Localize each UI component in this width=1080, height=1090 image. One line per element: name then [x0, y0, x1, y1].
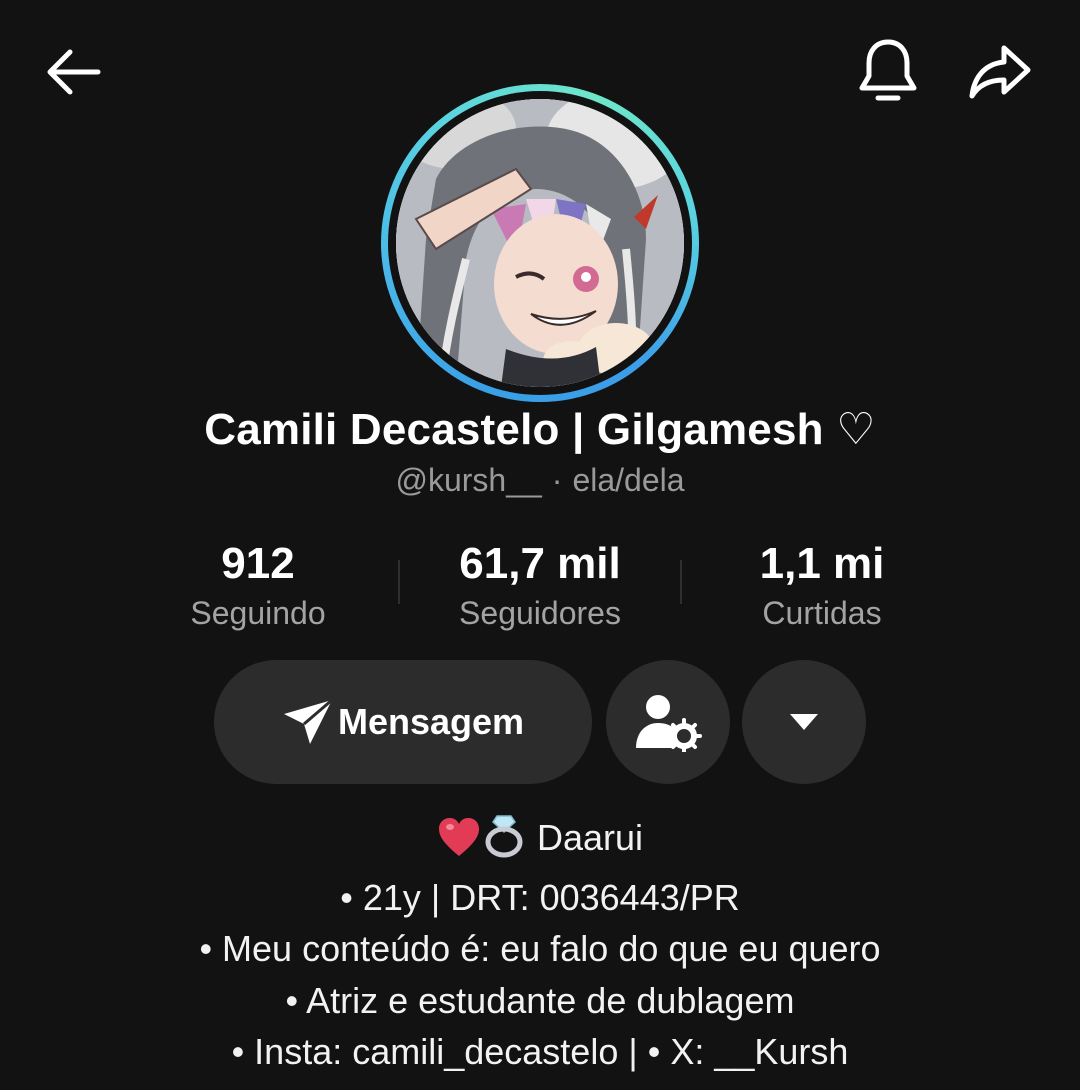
avatar-gap [388, 91, 692, 395]
stat-following[interactable]: 912 Seguindo [128, 538, 388, 634]
stat-divider [398, 560, 400, 604]
profile-stats: 912 Seguindo 61,7 mil Seguidores 1,1 mi … [0, 538, 1080, 638]
caret-down-icon [790, 714, 818, 730]
back-button[interactable] [34, 32, 114, 112]
stat-label: Seguidores [459, 595, 621, 631]
send-icon [283, 698, 333, 744]
ring-emoji [481, 812, 527, 872]
bio: Daarui • 21y | DRT: 0036443/PR • Meu con… [0, 812, 1080, 1078]
bio-line: • 21y | DRT: 0036443/PR [340, 876, 740, 918]
stat-label: Seguindo [190, 595, 326, 631]
add-friend-button[interactable] [606, 660, 730, 784]
bio-line: Daarui [0, 812, 1080, 872]
more-options-button[interactable] [742, 660, 866, 784]
bell-icon [859, 39, 917, 101]
bio-line: • Meu conteúdo é: eu falo do que eu quer… [199, 928, 881, 969]
share-arrow-icon [969, 45, 1031, 99]
profile-actions: Mensagem [0, 660, 1080, 784]
user-settings-icon [636, 695, 702, 752]
message-button[interactable]: Mensagem [214, 660, 592, 784]
bio-partner: Daarui [536, 817, 644, 858]
avatar-ring[interactable] [381, 84, 699, 402]
share-button[interactable] [960, 32, 1040, 112]
stat-followers[interactable]: 61,7 mil Seguidores [410, 538, 670, 634]
stat-value: 61,7 mil [459, 539, 621, 588]
handle-row: @kursh__ · ela/dela [0, 462, 1080, 499]
avatar-illustration [396, 99, 684, 387]
heart-emoji [437, 816, 481, 872]
bio-line: • Insta: camili_decastelo | • X: __Kursh [231, 1031, 849, 1072]
username: @kursh__ [395, 462, 542, 498]
arrow-left-icon [47, 49, 101, 95]
separator: · [551, 462, 563, 498]
avatar [396, 99, 684, 387]
profile-name: Camili Decastelo | Gilgamesh ♡ [204, 405, 876, 454]
notifications-button[interactable] [848, 32, 928, 112]
stat-value: 912 [221, 539, 295, 588]
stat-label: Curtidas [762, 595, 882, 631]
stat-divider [680, 560, 682, 604]
pronouns: ela/dela [572, 462, 685, 498]
stat-likes[interactable]: 1,1 mi Curtidas [692, 538, 952, 634]
bio-line: • Atriz e estudante de dublagem [285, 979, 795, 1021]
stat-value: 1,1 mi [759, 539, 885, 588]
message-button-label: Mensagem [337, 701, 525, 742]
